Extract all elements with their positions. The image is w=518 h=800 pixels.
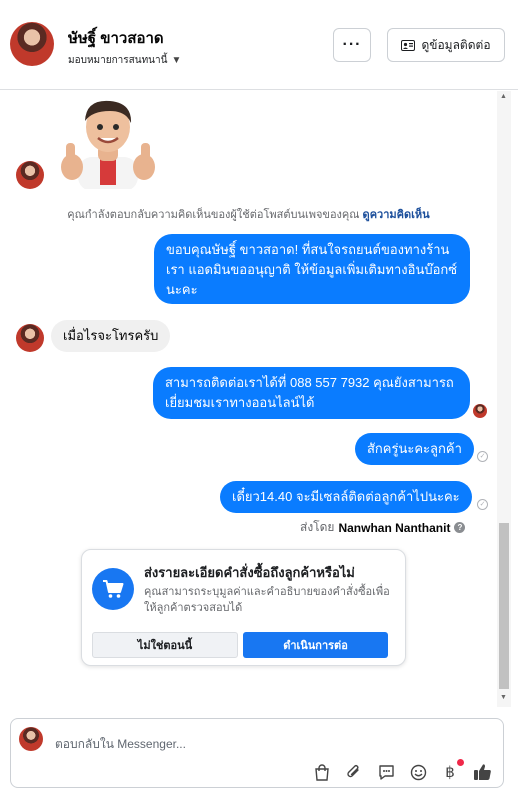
conversation-header: ษัษฐิ์ ขาวสอาด มอบหมายการสนทนานี้ ▼ ··· … — [0, 0, 518, 90]
message-thread[interactable]: คุณกำลังตอบกลับความคิดเห็นของผู้ใช้ต่อโพ… — [0, 91, 518, 707]
saved-replies-icon[interactable] — [375, 761, 397, 783]
scroll-down-arrow-icon[interactable]: ▼ — [500, 694, 507, 701]
thumbs-up-sticker — [61, 100, 155, 189]
continue-button[interactable]: ดำเนินการต่อ — [243, 632, 388, 658]
like-icon[interactable] — [471, 761, 493, 783]
message-bubble-outgoing[interactable]: เดี๋ยว14.40 จะมีเซลล์ติดต่อลูกค้าไปนะคะ — [220, 481, 472, 513]
view-comment-link[interactable]: ดูความคิดเห็น — [363, 209, 430, 221]
message-bubble-outgoing[interactable]: สามารถติดต่อเราได้ที่ 088 557 7932 คุณยั… — [153, 367, 470, 419]
seen-avatar — [473, 404, 487, 418]
contact-avatar-small[interactable] — [16, 324, 44, 352]
assign-conversation-dropdown[interactable]: มอบหมายการสนทนานี้ ▼ — [68, 53, 181, 68]
scrollbar-thumb[interactable] — [499, 523, 509, 689]
contact-card-icon — [401, 39, 416, 51]
card-title: ส่งรายละเอียดคำสั่งซื้อถึงลูกค้าหรือไม่ — [144, 565, 355, 580]
page-avatar — [19, 727, 43, 751]
delivered-check-icon: ✓ — [477, 499, 488, 510]
baht-icon[interactable]: ฿ — [439, 759, 464, 783]
caret-down-icon: ▼ — [171, 55, 182, 66]
composer-input[interactable]: ตอบกลับใน Messenger... — [55, 735, 186, 754]
card-description: คุณสามารถระบุมูลค่าและคำอธิบายของคำสั่งซ… — [144, 586, 390, 614]
scroll-up-arrow-icon[interactable]: ▲ — [500, 93, 507, 100]
help-icon[interactable]: ? — [454, 522, 466, 533]
notification-dot — [457, 759, 464, 766]
message-bubble-outgoing[interactable]: ขอบคุณษัษฐิ์ ขาวสอาด! ที่สนใจรถยนต์ของทา… — [154, 234, 470, 304]
contact-info-label: ดูข้อมูลติดต่อ — [421, 37, 491, 52]
contact-name[interactable]: ษัษฐิ์ ขาวสอาด — [68, 26, 164, 50]
message-composer[interactable]: ตอบกลับใน Messenger... ฿ — [10, 718, 504, 788]
shopping-cart-icon — [92, 568, 134, 610]
order-details-prompt-card: ส่งรายละเอียดคำสั่งซื้อถึงลูกค้าหรือไม่ … — [81, 549, 406, 666]
shopping-bag-icon[interactable] — [311, 761, 333, 783]
contact-avatar-small[interactable] — [16, 161, 44, 189]
contact-avatar[interactable] — [10, 22, 54, 66]
message-bubble-outgoing[interactable]: สักครู่นะคะลูกค้า — [355, 433, 474, 465]
reply-note-text: คุณกำลังตอบกลับความคิดเห็นของผู้ใช้ต่อโพ… — [67, 209, 360, 221]
messenger-conversation: ษัษฐิ์ ขาวสอาด มอบหมายการสนทนานี้ ▼ ··· … — [0, 0, 518, 800]
not-now-button[interactable]: ไม่ใช่ตอนนี้ — [92, 632, 238, 658]
delivered-check-icon: ✓ — [477, 451, 488, 462]
sent-by-label: ส่งโดย Nanwhan Nanthanit ? — [300, 518, 466, 537]
view-contact-info-button[interactable]: ดูข้อมูลติดต่อ — [387, 28, 505, 62]
sent-by-prefix: ส่งโดย — [300, 520, 335, 534]
sender-name: Nanwhan Nanthanit — [338, 520, 451, 535]
more-options-button[interactable]: ··· — [333, 28, 371, 62]
thread-scrollbar[interactable]: ▲ ▼ — [497, 91, 511, 707]
paperclip-icon[interactable] — [343, 761, 365, 783]
assign-label: มอบหมายการสนทนานี้ — [68, 55, 168, 66]
message-bubble-incoming[interactable]: เมื่อไรจะโทรครับ — [51, 320, 171, 352]
emoji-icon[interactable] — [407, 761, 429, 783]
reply-context-note: คุณกำลังตอบกลับความคิดเห็นของผู้ใช้ต่อโพ… — [0, 205, 497, 223]
composer-toolbar: ฿ — [311, 759, 493, 783]
